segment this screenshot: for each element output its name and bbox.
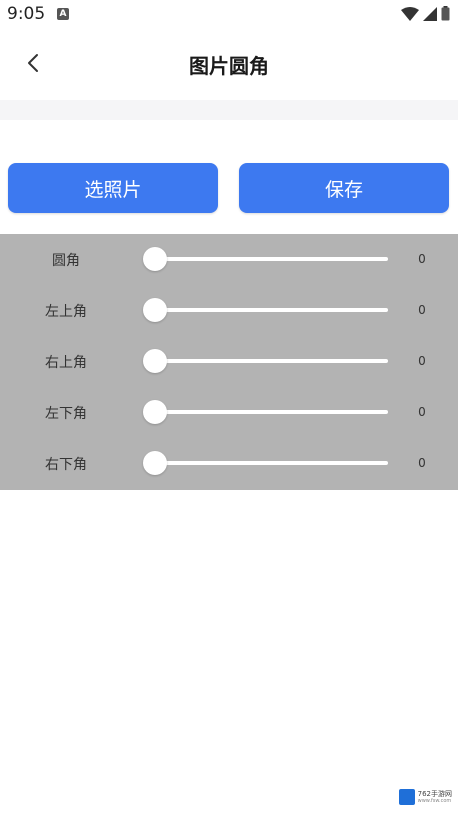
image-preview-area [0,120,458,150]
slider-row-bottom-left: 左下角 0 [0,387,458,438]
slider-value: 0 [418,303,426,317]
slider-row-top-left: 左上角 0 [0,285,458,336]
slider-label: 右上角 [45,355,87,371]
top-right-slider[interactable] [155,359,388,363]
slider-thumb[interactable] [143,349,167,373]
bottom-right-slider[interactable] [155,461,388,465]
battery-icon [441,6,450,25]
slider-panel: 圆角 0 左上角 0 右上角 0 左下角 0 右下角 0 [0,234,458,490]
slider-value: 0 [418,354,426,368]
slider-value: 0 [418,456,426,470]
slider-thumb[interactable] [143,298,167,322]
slider-row-top-right: 右上角 0 [0,336,458,387]
status-bar: 9:05 A [0,0,458,30]
slider-label: 左下角 [45,406,87,422]
slider-label: 圆角 [52,253,80,269]
watermark: 762手游网 www.fsw.com [398,789,452,805]
slider-row-bottom-right: 右下角 0 [0,438,458,489]
slider-thumb[interactable] [143,451,167,475]
slider-row-radius: 圆角 0 [0,234,458,285]
app-header: 图片圆角 [0,30,458,100]
signal-icon [423,6,437,25]
screen: 9:05 A 图片圆角 选照片 保存 圆角 0 左上角 0 右上角 0 左下角 … [0,0,458,817]
watermark-title: 762手游网 [417,790,452,798]
slider-thumb[interactable] [143,247,167,271]
radius-slider[interactable] [155,257,388,261]
wifi-icon [401,6,419,25]
slider-thumb[interactable] [143,400,167,424]
watermark-logo-icon [398,789,415,805]
slider-label: 左上角 [45,304,87,320]
slider-label: 右下角 [45,457,87,473]
page-title: 图片圆角 [189,54,269,78]
top-left-slider[interactable] [155,308,388,312]
divider-band [0,100,458,120]
select-photo-button[interactable]: 选照片 [8,163,218,213]
notification-app-icon: A [57,8,69,20]
watermark-text-block: 762手游网 www.fsw.com [418,790,452,804]
status-icons [401,6,450,25]
status-time: 9:05 [7,4,46,24]
watermark-subtitle: www.fsw.com [417,798,452,804]
bottom-left-slider[interactable] [155,410,388,414]
slider-value: 0 [418,252,426,266]
slider-value: 0 [418,405,426,419]
save-button[interactable]: 保存 [239,163,449,213]
